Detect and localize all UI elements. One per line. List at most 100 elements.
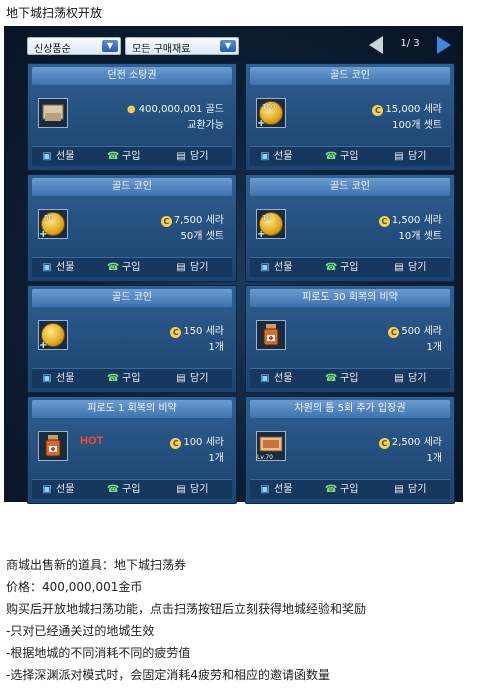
sort-dropdown[interactable]: 모든 구매재료 ▼ — [125, 37, 239, 55]
shop-item-card: 피로도 30 회복의 비약 C 500 세라 1개 ▣ 선물 ☎ 구입 ▤ 담기 — [245, 285, 455, 393]
item-title: 골드 코인 — [32, 178, 232, 196]
gift-label: 선물 — [56, 373, 75, 384]
gift-icon: ▣ — [260, 151, 270, 162]
item-actions: ▣ 선물 ☎ 구입 ▤ 담기 — [250, 368, 450, 388]
gift-button[interactable]: ▣ 선물 — [256, 260, 316, 276]
plus-icon: + — [39, 340, 48, 351]
item-note: 1개 — [208, 342, 224, 353]
cart-button[interactable]: ▤ 담기 — [390, 149, 448, 165]
gold-coin-icon[interactable]: 10 + — [256, 209, 286, 240]
cart-button[interactable]: ▤ 담기 — [390, 260, 448, 276]
item-price-value: 7,500 세라 — [173, 215, 224, 226]
prev-page-icon[interactable] — [369, 36, 383, 54]
cart-button[interactable]: ▤ 담기 — [172, 371, 230, 387]
cera-icon: C — [170, 438, 182, 449]
cart-button[interactable]: ▤ 담기 — [172, 149, 230, 165]
item-actions: ▣ 선물 ☎ 구입 ▤ 담기 — [32, 146, 232, 166]
item-quantity: 100 — [262, 103, 276, 111]
gift-icon: ▣ — [260, 484, 270, 495]
cera-icon: C — [170, 327, 182, 338]
gift-button[interactable]: ▣ 선물 — [38, 482, 98, 498]
item-title: 던전 소탕권 — [32, 67, 232, 85]
buy-icon: ☎ — [107, 262, 120, 273]
gift-label: 선물 — [274, 484, 293, 495]
description-line: -根据地城的不同消耗不同的疲劳值 — [6, 646, 191, 660]
buy-label: 구입 — [340, 262, 359, 273]
buy-button[interactable]: ☎ 구입 — [104, 371, 166, 387]
gift-icon: ▣ — [42, 484, 52, 495]
next-page-icon[interactable] — [437, 36, 451, 54]
cart-label: 담기 — [408, 484, 427, 495]
cart-icon: ▤ — [176, 262, 186, 273]
buy-icon: ☎ — [107, 151, 120, 162]
potion-icon[interactable] — [256, 320, 286, 350]
item-title: 피로도 1 회복의 비약 — [32, 400, 232, 418]
shop-item-card: 차원의 틈 5회 추가 입장권 Lv.70 C 2,500 세라 1개 ▣ 선물 ☎… — [245, 396, 455, 504]
cart-label: 담기 — [408, 373, 427, 384]
ticket-icon[interactable]: Lv.70 — [256, 431, 286, 461]
plus-icon: + — [257, 118, 266, 129]
gift-button[interactable]: ▣ 선물 — [38, 371, 98, 387]
item-actions: ▣ 선물 ☎ 구입 ▤ 담기 — [250, 479, 450, 499]
cart-icon: ▤ — [176, 484, 186, 495]
buy-label: 구입 — [122, 262, 141, 273]
shop-item-card: 던전 소탕권 ● 400,000,001 골드 교환가능 ▣ 선물 ☎ 구입 ▤ 담기 — [27, 63, 237, 171]
buy-button[interactable]: ☎ 구입 — [322, 260, 384, 276]
buy-icon: ☎ — [325, 151, 338, 162]
item-title: 피로도 30 회복의 비약 — [250, 289, 450, 307]
gold-coin-icon[interactable]: 50 + — [38, 209, 68, 240]
cart-icon: ▤ — [176, 151, 186, 162]
item-price: C 15,000 세라 — [372, 100, 442, 116]
gift-button[interactable]: ▣ 선물 — [256, 482, 316, 498]
gift-button[interactable]: ▣ 선물 — [256, 371, 316, 387]
buy-button[interactable]: ☎ 구입 — [322, 149, 384, 165]
cart-button[interactable]: ▤ 담기 — [390, 371, 448, 387]
cera-icon: C — [388, 327, 400, 338]
buy-icon: ☎ — [107, 373, 120, 384]
shop-item-card: 피로도 1 회복의 비약 HOT C 100 세라 1개 ▣ 선물 ☎ 구입 ▤ 담기 — [27, 396, 237, 504]
cart-label: 담기 — [190, 373, 209, 384]
buy-icon: ☎ — [325, 484, 338, 495]
cart-button[interactable]: ▤ 담기 — [390, 482, 448, 498]
gift-label: 선물 — [56, 484, 75, 495]
buy-button[interactable]: ☎ 구입 — [104, 260, 166, 276]
gift-icon: ▣ — [42, 262, 52, 273]
item-quantity: 50 — [44, 214, 53, 222]
cart-button[interactable]: ▤ 담기 — [172, 260, 230, 276]
category-dropdown-value: 신상품순 — [34, 44, 71, 55]
item-price: C 500 세라 — [388, 322, 442, 338]
gift-label: 선물 — [274, 151, 293, 162]
item-price-value: 100 세라 — [183, 437, 224, 448]
item-price: C 150 세라 — [170, 322, 224, 338]
gift-button[interactable]: ▣ 선물 — [38, 260, 98, 276]
cart-icon: ▤ — [176, 373, 186, 384]
potion-icon[interactable] — [38, 431, 68, 461]
cart-button[interactable]: ▤ 담기 — [172, 482, 230, 498]
buy-label: 구입 — [122, 484, 141, 495]
item-price-value: 150 세라 — [183, 326, 224, 337]
gift-button[interactable]: ▣ 선물 — [38, 149, 98, 165]
gold-coin-icon[interactable]: + — [38, 320, 68, 351]
cart-icon: ▤ — [394, 151, 404, 162]
category-dropdown[interactable]: 신상품순 ▼ — [27, 37, 121, 55]
item-quantity: 10 — [262, 214, 271, 222]
item-note: 1개 — [426, 453, 442, 464]
cart-label: 담기 — [408, 262, 427, 273]
gift-button[interactable]: ▣ 선물 — [256, 149, 316, 165]
shop-item-card: 골드 코인 100 + C 15,000 세라 100개 셋트 ▣ 선물 ☎ 구입 ▤… — [245, 63, 455, 171]
buy-button[interactable]: ☎ 구입 — [104, 149, 166, 165]
gold-coin-icon[interactable]: 100 + — [256, 98, 286, 129]
item-actions: ▣ 선물 ☎ 구입 ▤ 담기 — [32, 368, 232, 388]
shop-panel: 신상품순 ▼ 모든 구매재료 ▼ 1/ 3 던전 소탕권 ● 400,000,0… — [4, 26, 463, 504]
gift-icon: ▣ — [260, 262, 270, 273]
cera-icon: C — [372, 105, 384, 116]
buy-label: 구입 — [122, 373, 141, 384]
buy-button[interactable]: ☎ 구입 — [104, 482, 166, 498]
buy-button[interactable]: ☎ 구입 — [322, 371, 384, 387]
buy-button[interactable]: ☎ 구입 — [322, 482, 384, 498]
item-title: 골드 코인 — [32, 289, 232, 307]
scroll-icon[interactable] — [38, 98, 68, 128]
item-note: 100개 셋트 — [392, 120, 442, 131]
buy-icon: ☎ — [325, 262, 338, 273]
cart-label: 담기 — [408, 151, 427, 162]
